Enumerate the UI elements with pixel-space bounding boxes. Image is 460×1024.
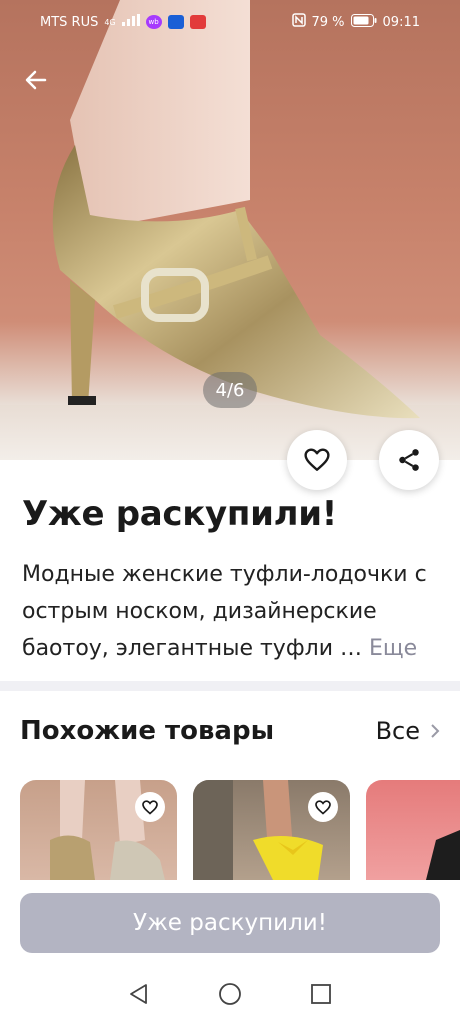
network-type: 4G: [104, 17, 116, 27]
similar-products-header: Похожие товары Все: [20, 716, 440, 746]
favorite-button[interactable]: [308, 792, 338, 822]
description-text: Модные женские туфли-лодочки с острым но…: [22, 562, 427, 661]
share-button[interactable]: [379, 430, 439, 490]
nav-recent-button[interactable]: [310, 983, 332, 1009]
similar-product-card[interactable]: [366, 780, 460, 880]
similar-product-card[interactable]: [193, 780, 350, 880]
app-notification-icon: [167, 15, 184, 29]
see-all-link[interactable]: Все: [376, 717, 440, 745]
arrow-left-icon: [25, 70, 47, 90]
see-all-label: Все: [375, 717, 420, 745]
system-navigation-bar: [0, 968, 460, 1024]
square-recent-icon: [311, 984, 331, 1004]
gallery-counter: 4/6: [203, 372, 257, 408]
chevron-right-icon: [431, 724, 440, 738]
show-more-link[interactable]: Еще: [369, 636, 417, 661]
similar-product-card[interactable]: [20, 780, 177, 880]
nav-home-button[interactable]: [218, 982, 242, 1010]
circle-home-icon: [219, 983, 241, 1005]
heart-icon: [304, 448, 330, 471]
buy-button[interactable]: Уже раскупили!: [20, 893, 440, 953]
section-divider: [0, 681, 460, 691]
similar-products-title: Похожие товары: [20, 716, 275, 746]
share-icon: [399, 449, 419, 471]
nfc-icon: [291, 13, 306, 31]
heart-icon: [315, 799, 331, 815]
product-image-gallery[interactable]: MTS RUS 4G wb 79 % 09:11 4/6: [0, 0, 460, 460]
app-notification-icon: [189, 15, 206, 29]
triangle-back-icon: [130, 984, 147, 1004]
nav-back-button[interactable]: [128, 983, 150, 1009]
status-bar: MTS RUS 4G wb 79 % 09:11: [0, 0, 460, 44]
product-description[interactable]: Модные женские туфли-лодочки с острым но…: [22, 556, 442, 667]
clock-time: 09:11: [382, 14, 420, 30]
wildberries-app-icon: wb: [145, 15, 162, 29]
favorite-button[interactable]: [135, 792, 165, 822]
heart-icon: [142, 799, 158, 815]
carrier-name: MTS RUS: [40, 14, 99, 30]
signal-icon: [121, 14, 140, 30]
battery-icon: [350, 13, 377, 31]
product-title: Уже раскупили!: [22, 494, 337, 534]
back-button[interactable]: [20, 64, 52, 96]
battery-percent: 79 %: [311, 14, 345, 30]
favorite-button[interactable]: [287, 430, 347, 490]
product-thumbnail: [426, 830, 460, 880]
